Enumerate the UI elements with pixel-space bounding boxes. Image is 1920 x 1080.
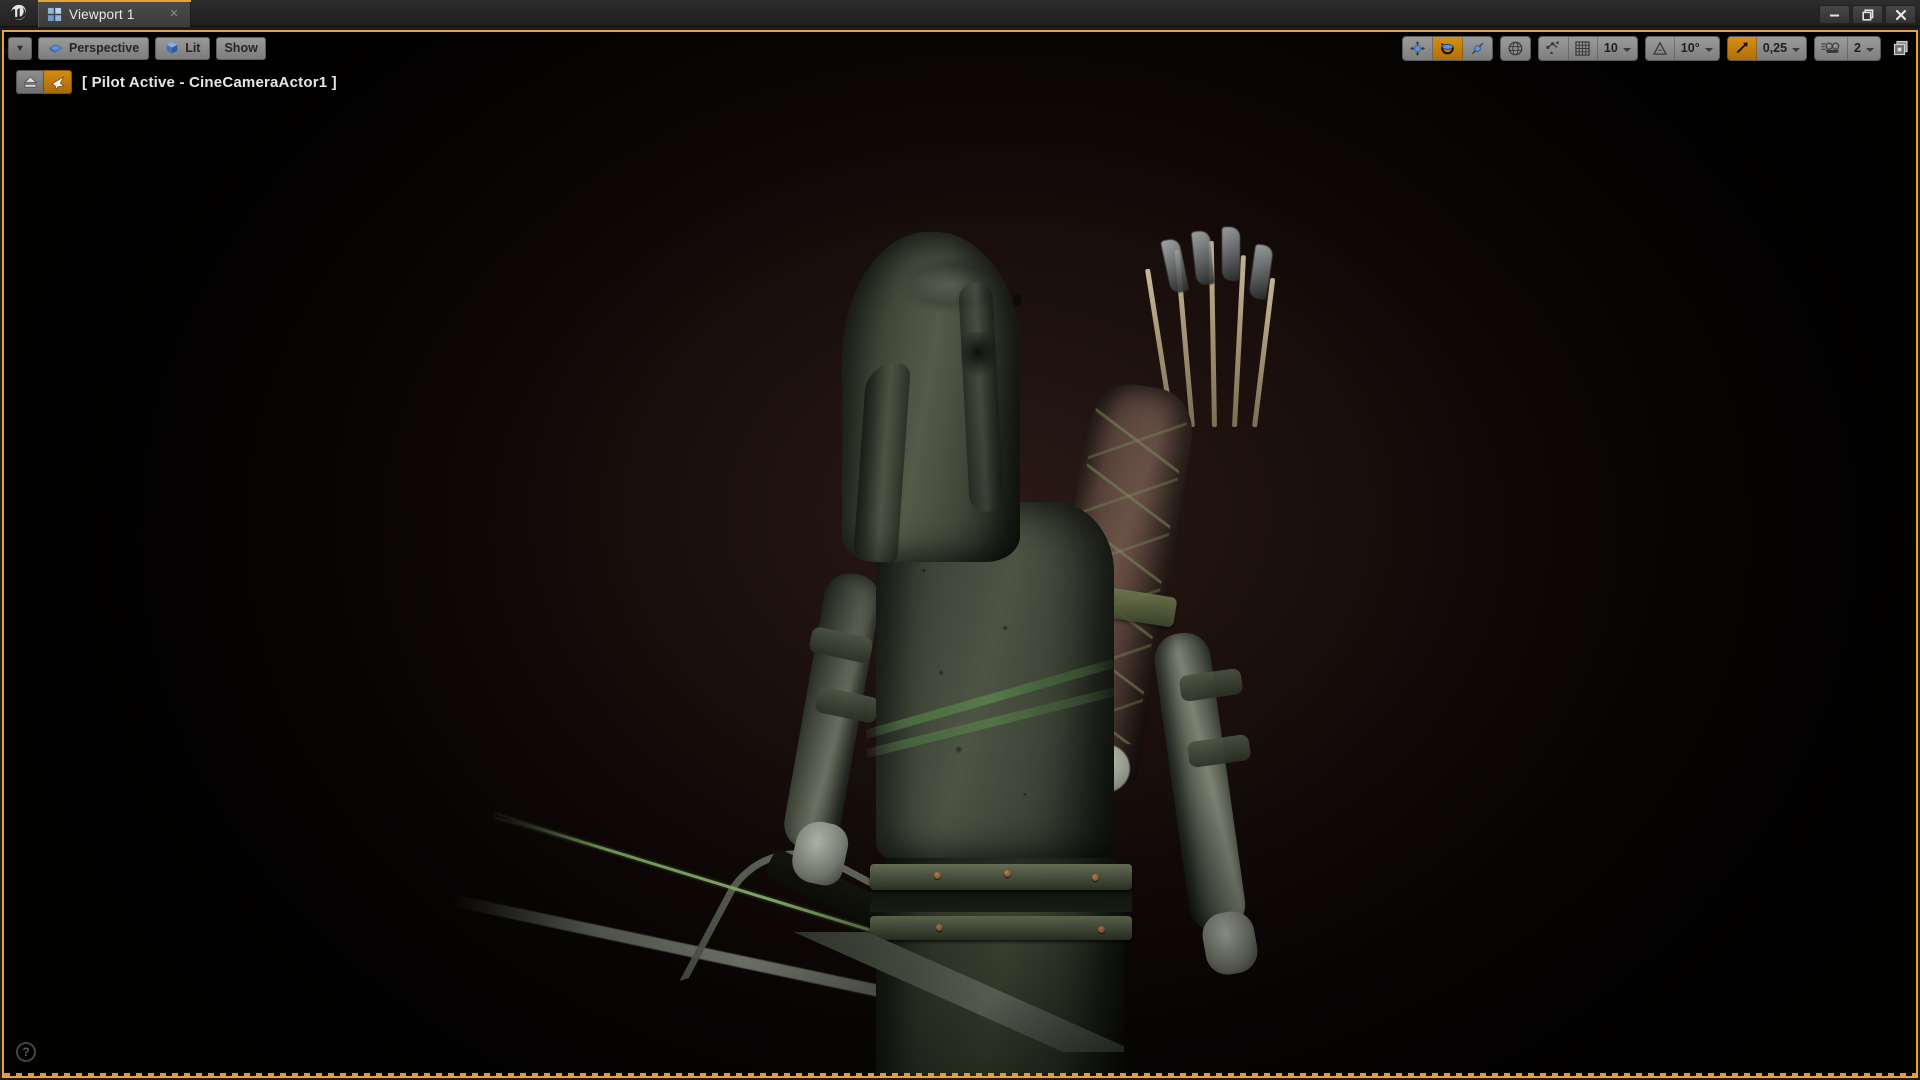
show-menu-button[interactable]: Show (216, 37, 265, 60)
chevron-down-icon (1623, 48, 1631, 52)
hood-dark-spot (1013, 294, 1022, 306)
viewport-toolbar: ▾ Perspective (4, 32, 1916, 64)
tab-label: Viewport 1 (69, 7, 135, 22)
belt-rivet (1092, 874, 1099, 881)
belt-rivet (934, 872, 941, 879)
grid-snap-toggle-button[interactable] (1569, 37, 1598, 60)
coordinate-system-group (1500, 36, 1531, 61)
arrow-bundle (1164, 237, 1284, 427)
scale-snap-toggle-button[interactable] (1728, 37, 1757, 60)
eject-icon (23, 75, 38, 89)
camera-safe-frame-bottom (4, 1073, 1916, 1076)
scale-mode-button[interactable] (1463, 37, 1492, 60)
unreal-editor-window: Viewport 1 ✕ (0, 0, 1920, 1080)
unreal-engine-logo-icon (0, 0, 38, 26)
grid-icon (1575, 41, 1590, 56)
camera-perspective-icon (48, 42, 63, 55)
viewport-render-surface[interactable] (4, 32, 1916, 1076)
viewport-options-button[interactable]: ▾ (8, 37, 32, 60)
viewport-help-icon[interactable]: ? (16, 1042, 36, 1062)
camera-speed-value-button[interactable]: 2 (1848, 37, 1880, 60)
scale-snap-arrow-icon (1734, 40, 1750, 56)
tab-close-icon[interactable]: ✕ (168, 8, 181, 21)
window-controls (1819, 0, 1920, 26)
archer-character-model (4, 32, 1916, 1076)
surface-snap-icon (1545, 39, 1562, 55)
belt-strap (870, 916, 1132, 940)
arrow-fletching (1222, 227, 1240, 281)
grid-snap-value: 10 (1604, 41, 1618, 55)
transform-mode-group (1402, 36, 1493, 61)
window-minimize-button[interactable] (1819, 5, 1850, 24)
surface-snap-button[interactable] (1539, 37, 1569, 60)
perspective-label: Perspective (69, 41, 139, 55)
pilot-plane-icon (50, 75, 66, 90)
viewport-toolbar-left: ▾ Perspective (8, 37, 266, 60)
window-restore-button[interactable] (1852, 5, 1883, 24)
titlebar-drag-region (191, 0, 1819, 26)
show-label: Show (224, 41, 257, 55)
chevron-down-icon (1866, 48, 1874, 52)
view-mode-label: Lit (185, 41, 200, 55)
tab-viewport-1[interactable]: Viewport 1 ✕ (38, 0, 191, 27)
camera-perspective-button[interactable]: Perspective (38, 37, 149, 60)
scale-snap-value: 0,25 (1763, 41, 1787, 55)
right-hand (1199, 908, 1261, 978)
chevron-down-icon: ▾ (17, 43, 22, 54)
stop-piloting-button[interactable] (16, 70, 44, 94)
grid-snap-value-button[interactable]: 10 (1598, 37, 1637, 60)
camera-speed-group: 2 (1814, 36, 1881, 61)
level-viewport[interactable]: ▾ Perspective (2, 30, 1918, 1078)
pilot-status-label: [ Pilot Active - CineCameraActor1 ] (82, 74, 337, 91)
pilot-banner: [ Pilot Active - CineCameraActor1 ] (16, 70, 337, 94)
viewport-grid-icon (47, 7, 62, 22)
scale-snap-value-button[interactable]: 0,25 (1757, 37, 1806, 60)
angle-snap-value-button[interactable]: 10° (1675, 37, 1719, 60)
rotate-mode-button[interactable] (1433, 37, 1463, 60)
rotate-gizmo-icon (1439, 40, 1456, 57)
view-mode-button[interactable]: Lit (155, 37, 210, 60)
viewport-container: ▾ Perspective (0, 27, 1920, 1080)
tab-strip: Viewport 1 ✕ (38, 0, 191, 27)
hood-shadow-patch (961, 332, 999, 378)
arrow-fletching (1161, 238, 1190, 295)
close-icon (1895, 9, 1907, 21)
world-coordinate-button[interactable] (1501, 37, 1530, 60)
chevron-down-icon (1792, 48, 1800, 52)
minimize-icon (1829, 9, 1840, 20)
camera-speed-icon-button[interactable] (1815, 37, 1848, 60)
arrow-shaft (1252, 278, 1275, 427)
belt-rivet (936, 924, 943, 931)
scale-snap-group: 0,25 (1727, 36, 1807, 61)
globe-icon (1507, 40, 1524, 57)
camera-speed-icon (1821, 41, 1841, 55)
camera-speed-value: 2 (1854, 41, 1861, 55)
belt-rivet (1004, 870, 1011, 877)
window-close-button[interactable] (1885, 5, 1916, 24)
translate-gizmo-icon (1409, 40, 1426, 57)
window-titlebar: Viewport 1 ✕ (0, 0, 1920, 27)
restore-icon (1862, 9, 1874, 21)
angle-snap-toggle-button[interactable] (1646, 37, 1675, 60)
angle-snap-value: 10° (1681, 41, 1700, 55)
lit-cube-icon (165, 41, 179, 55)
arrow-fletching (1191, 230, 1215, 286)
belt-rivet (1098, 926, 1105, 933)
maximize-viewport-button[interactable] (1890, 37, 1912, 59)
viewport-toolbar-right: 10 10° (1395, 36, 1912, 61)
maximize-icon (1892, 39, 1910, 57)
snapping-group: 10 (1538, 36, 1638, 61)
angle-icon (1652, 41, 1668, 56)
scale-gizmo-icon (1469, 40, 1486, 57)
belt-gap (870, 890, 1132, 912)
chest-sash (866, 660, 1116, 770)
pilot-active-indicator[interactable] (44, 70, 72, 94)
angle-snap-group: 10° (1645, 36, 1720, 61)
translate-mode-button[interactable] (1403, 37, 1433, 60)
chevron-down-icon (1705, 48, 1713, 52)
